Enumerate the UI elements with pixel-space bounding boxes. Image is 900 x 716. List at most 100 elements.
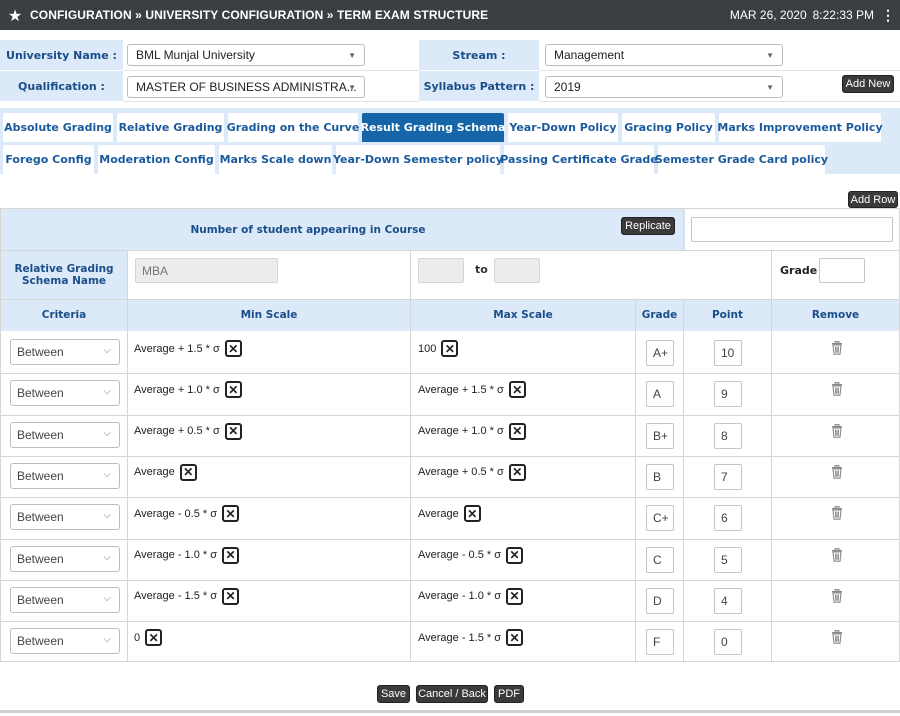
pdf-button[interactable]: PDF xyxy=(494,685,524,703)
trash-icon[interactable] xyxy=(830,506,844,520)
min-scale-expression: Average + 1.0 * σ ✕ xyxy=(134,381,242,399)
grade-input[interactable]: A+ xyxy=(646,340,674,366)
max-scale-text: Average + 1.5 * σ xyxy=(418,383,504,396)
cancel-back-button[interactable]: Cancel / Back xyxy=(416,685,488,703)
point-input[interactable]: 0 xyxy=(714,629,742,656)
save-button[interactable]: Save xyxy=(377,685,410,703)
criteria-select[interactable]: Between ⌵ xyxy=(10,586,120,613)
col-max-scale: Max Scale xyxy=(411,299,635,331)
close-box-icon[interactable]: ✕ xyxy=(224,381,242,399)
max-scale-text: 100 xyxy=(418,342,437,355)
students-count-label: Number of student appearing in Course xyxy=(1,209,685,250)
trash-icon[interactable] xyxy=(830,423,844,438)
close-box-icon[interactable]: ✕ xyxy=(224,422,242,440)
close-box-icon[interactable]: ✕ xyxy=(506,629,524,647)
grade-input[interactable]: B xyxy=(646,463,674,490)
point-input[interactable]: 10 xyxy=(714,340,742,366)
chevron-down-icon: ⌵ xyxy=(103,468,111,480)
min-scale-text: Average - 0.5 * σ xyxy=(134,507,218,520)
max-scale-text: Average + 0.5 * σ xyxy=(418,466,504,479)
trash-icon[interactable] xyxy=(830,464,844,479)
university-label: University Name : xyxy=(0,40,123,71)
criteria-select[interactable]: Between ⌵ xyxy=(10,504,120,531)
point-input[interactable]: 5 xyxy=(714,546,742,573)
replicate-button[interactable]: Replicate xyxy=(621,217,675,235)
close-box-icon[interactable]: ✕ xyxy=(179,463,197,481)
grade-input[interactable]: C xyxy=(646,546,674,573)
criteria-value: Between xyxy=(17,634,64,649)
criteria-select[interactable]: Between ⌵ xyxy=(10,339,120,365)
close-box-icon[interactable]: ✕ xyxy=(145,629,163,647)
stream-select[interactable]: Management ▼ xyxy=(545,44,783,66)
tab-year-down-policy[interactable]: Year-Down Policy xyxy=(508,113,618,142)
schema-name-input[interactable]: MBA xyxy=(135,258,278,283)
qualification-select[interactable]: MASTER OF BUSINESS ADMINISTRA... ▼ xyxy=(127,76,365,98)
chevron-down-icon: ⌵ xyxy=(103,427,111,439)
close-box-icon[interactable]: ✕ xyxy=(222,546,240,564)
close-box-icon[interactable]: ✕ xyxy=(441,340,459,357)
max-scale-text: Average - 1.5 * σ xyxy=(418,631,502,644)
close-box-icon[interactable]: ✕ xyxy=(222,505,240,523)
trash-icon[interactable] xyxy=(830,588,844,603)
add-new-button[interactable]: Add New xyxy=(842,75,894,93)
close-box-icon[interactable]: ✕ xyxy=(224,340,242,357)
grade-input[interactable]: F xyxy=(646,629,674,656)
close-box-icon[interactable]: ✕ xyxy=(508,463,526,481)
min-scale-text: Average - 1.5 * σ xyxy=(134,590,218,603)
range-from-input[interactable] xyxy=(418,258,464,283)
criteria-select[interactable]: Between ⌵ xyxy=(10,462,120,489)
tab-marks-improvement-policy[interactable]: Marks Improvement Policy xyxy=(717,113,883,142)
point-input[interactable]: 4 xyxy=(714,587,742,614)
grade-input[interactable]: D xyxy=(646,587,674,614)
students-count-input[interactable] xyxy=(691,217,893,242)
kebab-menu-icon[interactable]: ⋮ xyxy=(880,7,896,24)
close-box-icon[interactable]: ✕ xyxy=(506,587,524,605)
min-scale-text: Average - 1.0 * σ xyxy=(134,549,218,561)
tab-marks-scale-down[interactable]: Marks Scale down xyxy=(219,145,332,174)
point-input[interactable]: 9 xyxy=(714,381,742,408)
min-scale-expression: Average + 1.5 * σ ✕ xyxy=(134,340,242,357)
max-scale-text: Average + 1.0 * σ xyxy=(418,425,504,438)
max-scale-text: Average - 0.5 * σ xyxy=(418,549,502,561)
trash-icon[interactable] xyxy=(830,547,844,562)
grade-input[interactable]: A xyxy=(646,381,674,408)
close-box-icon[interactable]: ✕ xyxy=(222,587,240,605)
syllabus-select[interactable]: 2019 ▼ xyxy=(545,76,783,98)
tab-gracing-policy[interactable]: Gracing Policy xyxy=(622,113,715,142)
trash-icon[interactable] xyxy=(830,341,844,355)
grade-input[interactable]: C+ xyxy=(646,505,674,532)
criteria-select[interactable]: Between ⌵ xyxy=(10,628,120,655)
add-row-button[interactable]: Add Row xyxy=(848,191,898,208)
range-to-input[interactable] xyxy=(494,258,540,283)
university-select[interactable]: BML Munjal University ▼ xyxy=(127,44,365,66)
point-input[interactable]: 6 xyxy=(714,505,742,532)
point-input[interactable]: 7 xyxy=(714,463,742,490)
close-box-icon[interactable]: ✕ xyxy=(463,505,481,523)
star-icon[interactable]: ★ xyxy=(0,6,30,25)
close-box-icon[interactable]: ✕ xyxy=(506,546,524,564)
criteria-value: Between xyxy=(17,386,64,401)
criteria-select[interactable]: Between ⌵ xyxy=(10,380,120,407)
tab-absolute-grading[interactable]: Absolute Grading xyxy=(3,113,113,142)
close-box-icon[interactable]: ✕ xyxy=(508,422,526,440)
tab-moderation-config[interactable]: Moderation Config xyxy=(98,145,215,174)
chevron-down-icon: ⌵ xyxy=(103,510,111,522)
max-scale-expression: Average + 1.0 * σ ✕ xyxy=(418,422,526,440)
trash-icon[interactable] xyxy=(830,382,844,397)
grade-input[interactable]: B+ xyxy=(646,422,674,449)
trash-icon[interactable] xyxy=(830,630,844,644)
close-box-icon[interactable]: ✕ xyxy=(508,381,526,399)
criteria-select[interactable]: Between ⌵ xyxy=(10,421,120,448)
grade-filter-input[interactable] xyxy=(819,258,865,283)
tab-year-down-semester-policy[interactable]: Year-Down Semester policy xyxy=(333,145,503,174)
filter-panel: University Name : BML Munjal University … xyxy=(0,40,900,102)
tab-forego-config[interactable]: Forego Config xyxy=(3,145,94,174)
tab-passing-certificate-grade[interactable]: Passing Certificate Grade xyxy=(500,145,658,174)
tab-result-grading-schema[interactable]: Result Grading Schema xyxy=(361,113,505,142)
tab-semester-grade-card-policy[interactable]: Semester Grade Card policy xyxy=(655,145,828,174)
criteria-select[interactable]: Between ⌵ xyxy=(10,545,120,572)
current-time: 8:22:33 PM xyxy=(812,8,874,22)
tab-relative-grading[interactable]: Relative Grading xyxy=(117,113,224,142)
tab-grading-on-curve[interactable]: Grading on the Curve xyxy=(227,113,359,142)
point-input[interactable]: 8 xyxy=(714,422,742,449)
